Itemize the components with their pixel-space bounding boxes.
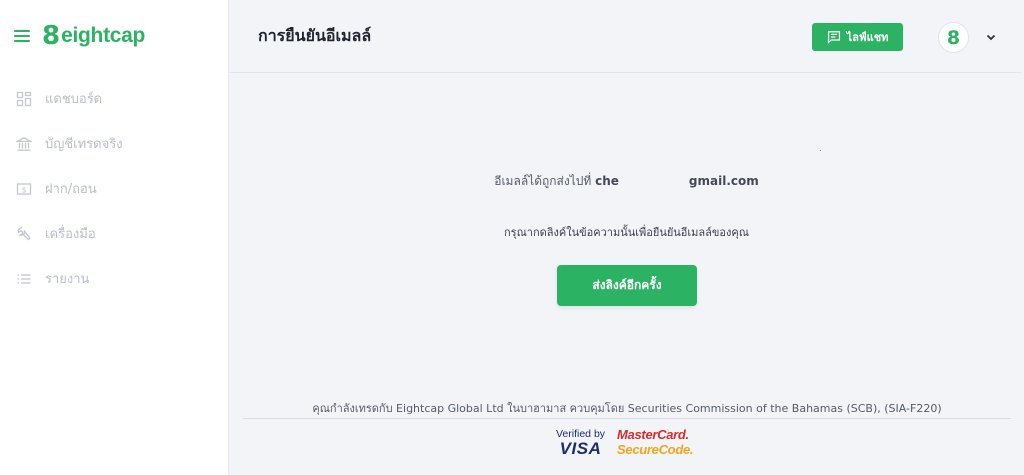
chat-icon bbox=[827, 31, 840, 44]
stray-dot: . bbox=[819, 144, 822, 153]
sidebar-item-deposit-withdraw[interactable]: $ ฝาก/ถอน bbox=[0, 166, 228, 211]
dashboard-grid-icon bbox=[16, 91, 32, 107]
top-header: การยืนยันอีเมลล์ ไลฟ์แชท 8 bbox=[229, 0, 1024, 73]
main-panel: การยืนยันอีเมลล์ ไลฟ์แชท 8 . อีเมลล์ได้ถ… bbox=[229, 0, 1024, 475]
logo-text: eightcap bbox=[61, 24, 146, 47]
regulatory-notice: คุณกำลังเทรดกับ Eightcap Global Ltd ในบา… bbox=[312, 402, 942, 415]
money-icon: $ bbox=[16, 181, 32, 197]
resend-link-button[interactable]: ส่งลิงค์อีกครั้ง bbox=[557, 265, 697, 306]
email-sent-message: อีเมลล์ได้ถูกส่งไปที่ che gmail.com bbox=[229, 172, 1024, 191]
mastercard-securecode-logo: MasterCard. SecureCode. bbox=[617, 427, 694, 458]
email-address-end: gmail.com bbox=[688, 174, 759, 188]
chevron-down-icon[interactable] bbox=[984, 30, 998, 44]
sidebar-nav: แดชบอร์ด บัญชีเทรดจริง $ ฝาก/ถอน เครื่อง… bbox=[0, 76, 228, 301]
instruction-text: กรุณากดลิงค์ในข้อความนั้นเพื่อยืนยันอีเม… bbox=[504, 226, 749, 239]
hamburger-menu-icon[interactable] bbox=[14, 30, 30, 42]
logo-mark: 8 bbox=[42, 21, 61, 51]
sidebar-item-label: เครื่องมือ bbox=[45, 227, 96, 242]
wrench-icon bbox=[16, 226, 32, 242]
email-address-start: che bbox=[595, 174, 619, 188]
sidebar-item-reports[interactable]: รายงาน bbox=[0, 256, 228, 301]
verified-by-visa-logo: Verified by VISA bbox=[556, 428, 605, 458]
payment-badges: Verified by VISA MasterCard. SecureCode. bbox=[556, 427, 694, 458]
sidebar-item-label: ฝาก/ถอน bbox=[45, 182, 97, 197]
bank-icon bbox=[16, 136, 32, 152]
sidebar-item-label: แดชบอร์ด bbox=[45, 92, 103, 107]
mastercard-line1: MasterCard. bbox=[617, 427, 689, 442]
sidebar-item-dashboard[interactable]: แดชบอร์ด bbox=[0, 76, 228, 121]
sidebar-item-label: รายงาน bbox=[45, 272, 90, 287]
brand-bar: 8 eightcap bbox=[0, 0, 228, 72]
email-prefix: อีเมลล์ได้ถูกส่งไปที่ bbox=[494, 174, 592, 188]
visa-line2: VISA bbox=[559, 439, 602, 458]
live-chat-button[interactable]: ไลฟ์แชท bbox=[812, 23, 903, 51]
sidebar-item-tools[interactable]: เครื่องมือ bbox=[0, 211, 228, 256]
avatar[interactable]: 8 bbox=[938, 22, 969, 53]
sidebar-item-label: บัญชีเทรดจริง bbox=[45, 137, 123, 152]
live-chat-label: ไลฟ์แชท bbox=[846, 31, 889, 44]
svg-text:$: $ bbox=[21, 185, 26, 194]
footer-divider bbox=[243, 418, 1011, 419]
list-icon bbox=[16, 271, 32, 287]
page-title: การยืนยันอีเมลล์ bbox=[258, 25, 372, 45]
mastercard-line2: SecureCode. bbox=[617, 442, 694, 457]
sidebar: 8 eightcap แดชบอร์ด บัญชีเทรดจริง $ ฝาก/… bbox=[0, 0, 229, 475]
app-window: 8 eightcap แดชบอร์ด บัญชีเทรดจริง $ ฝาก/… bbox=[0, 0, 1024, 475]
sidebar-item-live-accounts[interactable]: บัญชีเทรดจริง bbox=[0, 121, 228, 166]
